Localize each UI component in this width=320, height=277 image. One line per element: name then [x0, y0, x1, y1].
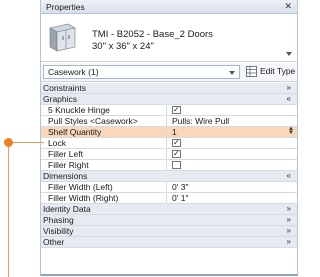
check-icon: ✓ [173, 105, 180, 114]
callout-leader-horizontal [8, 142, 44, 143]
close-icon[interactable]: ✕ [284, 1, 292, 12]
group-label: Visibility [43, 226, 74, 236]
type-name: TMI - B2052 - Base_2 Doors [92, 29, 213, 40]
property-label: Filler Right [41, 160, 167, 170]
property-row-filler-right[interactable]: Filler Right [41, 160, 297, 171]
property-row-lock[interactable]: Lock ✓ [41, 138, 297, 149]
property-label: Shelf Quantity [41, 127, 167, 137]
edit-type-icon [246, 66, 257, 77]
group-identity-data[interactable]: Identity Data » [41, 204, 297, 215]
filler-width-right-value[interactable]: 0' 1" [172, 193, 188, 203]
filler-left-checkbox[interactable]: ✓ [172, 149, 181, 158]
stage: Properties ✕ TMI - B2052 - Base_2 Doors … [0, 0, 300, 277]
property-label: Filler Left [41, 149, 167, 159]
callout-leader-vertical [8, 142, 9, 277]
spinner-icon[interactable]: ▲ ▼ [287, 126, 295, 137]
callout-marker [4, 138, 13, 147]
collapse-icon[interactable]: « [287, 94, 291, 104]
lock-checkbox[interactable]: ✓ [172, 138, 181, 147]
group-label: Other [43, 237, 65, 247]
property-label: Filler Width (Right) [41, 193, 167, 203]
category-filter-select[interactable]: Casework (1) [43, 65, 240, 79]
group-graphics[interactable]: Graphics « [41, 94, 297, 105]
filler-width-left-value[interactable]: 0' 3" [172, 182, 188, 192]
palette-titlebar: Properties ✕ [41, 0, 297, 14]
expand-icon[interactable]: » [287, 237, 291, 247]
category-filter-value: Casework (1) [48, 67, 99, 77]
knuckle-hinge-checkbox[interactable]: ✓ [172, 105, 181, 114]
property-row-filler-left[interactable]: Filler Left ✓ [41, 149, 297, 160]
group-constraints[interactable]: Constraints » [41, 83, 297, 94]
expand-icon[interactable]: » [287, 83, 291, 93]
group-dimensions[interactable]: Dimensions « [41, 171, 297, 182]
property-label: 5 Knuckle Hinge [41, 105, 167, 115]
palette-title: Properties [46, 2, 85, 12]
group-label: Phasing [43, 215, 74, 225]
expand-icon[interactable]: » [287, 204, 291, 214]
check-icon: ✓ [173, 138, 180, 147]
property-row-filler-width-left[interactable]: Filler Width (Left) 0' 3" [41, 182, 297, 193]
cabinet-thumbnail-icon [49, 23, 76, 52]
shelf-quantity-value[interactable]: 1 [172, 127, 177, 137]
edit-type-label: Edit Type [260, 66, 296, 76]
type-selector[interactable]: TMI - B2052 - Base_2 Doors 30" x 36" x 2… [41, 14, 297, 62]
property-label: Lock [41, 138, 167, 148]
property-row-filler-width-right[interactable]: Filler Width (Right) 0' 1" [41, 193, 297, 204]
collapse-icon[interactable]: « [287, 171, 291, 181]
property-label: Filler Width (Left) [41, 182, 167, 192]
group-label: Identity Data [43, 204, 91, 214]
expand-icon[interactable]: » [287, 215, 291, 225]
chevron-down-icon[interactable] [229, 71, 235, 75]
filler-right-checkbox[interactable] [172, 161, 181, 169]
property-row-knuckle-hinge[interactable]: 5 Knuckle Hinge ✓ [41, 105, 297, 116]
property-row-pull-styles[interactable]: Pull Styles <Casework> Pulls: Wire Pull [41, 116, 297, 127]
property-label: Pull Styles <Casework> [41, 116, 167, 126]
group-phasing[interactable]: Phasing » [41, 215, 297, 226]
group-other[interactable]: Other » [41, 237, 297, 248]
properties-palette: Properties ✕ TMI - B2052 - Base_2 Doors … [40, 0, 298, 276]
pull-styles-value[interactable]: Pulls: Wire Pull [172, 116, 229, 126]
group-label: Dimensions [43, 171, 88, 181]
group-label: Graphics [43, 94, 78, 104]
type-dropdown-arrow-icon[interactable] [286, 52, 292, 56]
group-label: Constraints [43, 83, 86, 93]
edit-type-button[interactable]: Edit Type [244, 65, 297, 79]
type-dimensions: 30" x 36" x 24" [92, 41, 154, 52]
check-icon: ✓ [173, 149, 180, 158]
group-visibility[interactable]: Visibility » [41, 226, 297, 237]
property-grid: Constraints » Graphics « 5 Knuckle Hinge… [41, 83, 297, 248]
expand-icon[interactable]: » [287, 226, 291, 236]
category-row: Casework (1) Edit Type [41, 63, 297, 82]
property-row-shelf-quantity[interactable]: Shelf Quantity 1 ▲ ▼ [41, 126, 297, 138]
